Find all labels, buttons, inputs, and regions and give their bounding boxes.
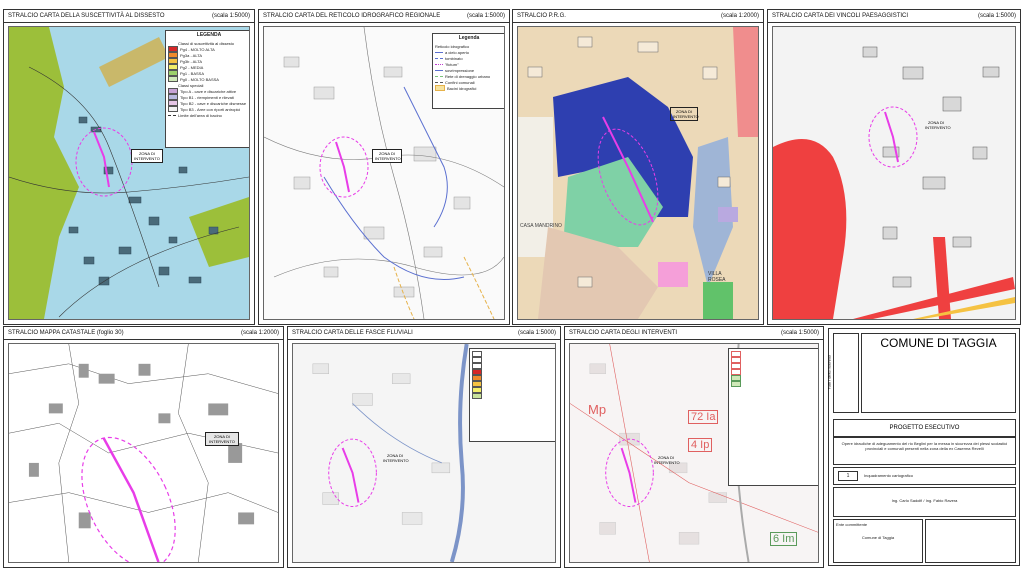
label-villa-rosea: VILLA ROSEA	[708, 271, 726, 283]
title-block-logo-area: Tutti i diritti riservati	[827, 333, 859, 413]
panel-catastale: STRALCIO MAPPA CATASTALE (foglio 30) (sc…	[3, 326, 284, 568]
panel-fasce-fluviali: STRALCIO CARTA DELLE FASCE FLUVIALI (sca…	[287, 326, 561, 568]
sheet-title: Inquadramento cartografico	[864, 473, 913, 478]
panel-title: STRALCIO P.R.G.	[517, 13, 566, 19]
sheet-number-box: 1	[838, 471, 858, 481]
legend-fasce-fluviali	[469, 348, 555, 442]
title-block-side-label: Tutti i diritti riservati	[826, 355, 832, 390]
label-casa-mandrino: CASA MANDRINO	[520, 223, 562, 229]
sheet-number: 1	[846, 473, 850, 479]
commune-name: COMUNE DI TAGGIA	[880, 336, 997, 350]
title-block-sheet-box: 1 Inquadramento cartografico	[833, 467, 1016, 485]
client-label: Ente committente	[836, 522, 868, 527]
legend-suscettivita: LEGENDA Classi di suscettività al disses…	[165, 30, 249, 148]
title-block-description-box: Opere idrauliche di adeguamento del rio …	[833, 437, 1016, 465]
callout-zona-intervento: ZONA DI INTERVENTO	[383, 453, 409, 463]
title-block-client-box: Ente committente Comune di Taggia	[833, 519, 923, 563]
title-block: Tutti i diritti riservati COMUNE DI TAGG…	[827, 328, 1020, 566]
panel-title: STRALCIO CARTA DELLA SUSCETTIVITÀ AL DIS…	[8, 13, 165, 19]
panel-vincoli: STRALCIO CARTA DEI VINCOLI PAESAGGISTICI…	[767, 9, 1021, 325]
panel-scale: (scala 1:5000)	[211, 13, 250, 19]
title-block-signature-box	[925, 519, 1016, 563]
map-fasce-fluviali: ZONA DI INTERVENTO	[292, 343, 556, 563]
panel-header: STRALCIO CARTA DEL RETICOLO IDROGRAFICO …	[259, 10, 509, 23]
legend-title: LEGENDA	[196, 32, 222, 38]
panel-title: STRALCIO CARTA DEL RETICOLO IDROGRAFICO …	[263, 13, 441, 19]
map-interventi: Mp 72 Ia 4 Ip 6 Im ZONA DI INTERVENTO	[569, 343, 819, 563]
panel-header: STRALCIO CARTA DELLA SUSCETTIVITÀ AL DIS…	[4, 10, 254, 23]
callout-zona-intervento: ZONA DI INTERVENTO	[670, 107, 699, 121]
callout-zona-intervento: ZONA DI INTERVENTO	[925, 120, 951, 130]
panel-scale: (scala 1:5000)	[466, 13, 505, 19]
project-description: Opere idrauliche di adeguamento del rio …	[841, 441, 1008, 451]
panel-prg: STRALCIO P.R.G. (scala 1:2000) ZONA DI I…	[512, 9, 764, 325]
legend-interventi	[728, 348, 818, 486]
panel-header: STRALCIO CARTA DELLE FASCE FLUVIALI (sca…	[288, 327, 560, 340]
title-block-designer-box: Ing. Carlo Sadolfi / Ing. Fabio Ravera	[833, 487, 1016, 517]
callout-zona-intervento: ZONA DI INTERVENTO	[654, 455, 680, 465]
panel-suscettivita: STRALCIO CARTA DELLA SUSCETTIVITÀ AL DIS…	[3, 9, 255, 325]
map-reticolo: Legenda Reticolo idrografico a cielo ape…	[263, 26, 505, 320]
title-block-commune-box: COMUNE DI TAGGIA	[861, 333, 1016, 413]
panel-header: STRALCIO P.R.G. (scala 1:2000)	[513, 10, 763, 23]
panel-header: STRALCIO CARTA DEGLI INTERVENTI (scala 1…	[565, 327, 823, 340]
client-name: Comune di Taggia	[861, 535, 895, 540]
panel-header: STRALCIO CARTA DEI VINCOLI PAESAGGISTICI…	[768, 10, 1020, 23]
map-vincoli: ZONA DI INTERVENTO	[772, 26, 1016, 320]
map-catastale: ZONA DI INTERVENTO	[8, 343, 279, 563]
label-mp: Mp	[588, 402, 607, 417]
panel-scale: (scala 1:2000)	[720, 13, 759, 19]
map-suscettivita: LEGENDA Classi di suscettività al disses…	[8, 26, 250, 320]
panel-interventi: STRALCIO CARTA DEGLI INTERVENTI (scala 1…	[564, 326, 824, 568]
callout-zona-intervento: ZONA DI INTERVENTO	[372, 149, 402, 163]
callout-zona-intervento: ZONA DI INTERVENTO	[205, 432, 239, 446]
panel-scale: (scala 1:5000)	[780, 330, 819, 336]
label-72-ia: 72 Ia	[688, 410, 719, 424]
map-prg: ZONA DI INTERVENTO CASA MANDRINO VILLA R…	[517, 26, 759, 320]
legend-title: Legenda	[458, 35, 480, 41]
panel-title: STRALCIO CARTA DELLE FASCE FLUVIALI	[292, 330, 413, 336]
panel-header: STRALCIO MAPPA CATASTALE (foglio 30) (sc…	[4, 327, 283, 340]
callout-zona-intervento: ZONA DI INTERVENTO	[131, 149, 163, 163]
title-block-project-box: PROGETTO ESECUTIVO	[833, 419, 1016, 437]
panel-reticolo: STRALCIO CARTA DEL RETICOLO IDROGRAFICO …	[258, 9, 510, 325]
panel-title: STRALCIO CARTA DEGLI INTERVENTI	[569, 330, 678, 336]
panel-scale: (scala 1:2000)	[240, 330, 279, 336]
project-phase: PROGETTO ESECUTIVO	[889, 425, 960, 431]
label-4-ip: 4 Ip	[688, 438, 713, 452]
panel-title: STRALCIO CARTA DEI VINCOLI PAESAGGISTICI	[772, 13, 909, 19]
panel-title: STRALCIO MAPPA CATASTALE (foglio 30)	[8, 330, 124, 336]
panel-scale: (scala 1:5000)	[977, 13, 1016, 19]
designer-name: Ing. Carlo Sadolfi / Ing. Fabio Ravera	[891, 498, 958, 503]
label-6-im: 6 Im	[770, 532, 798, 546]
panel-scale: (scala 1:5000)	[517, 330, 556, 336]
legend-reticolo: Legenda Reticolo idrografico a cielo ape…	[432, 33, 504, 109]
drawing-sheet: STRALCIO CARTA DELLA SUSCETTIVITÀ AL DIS…	[0, 0, 1024, 568]
